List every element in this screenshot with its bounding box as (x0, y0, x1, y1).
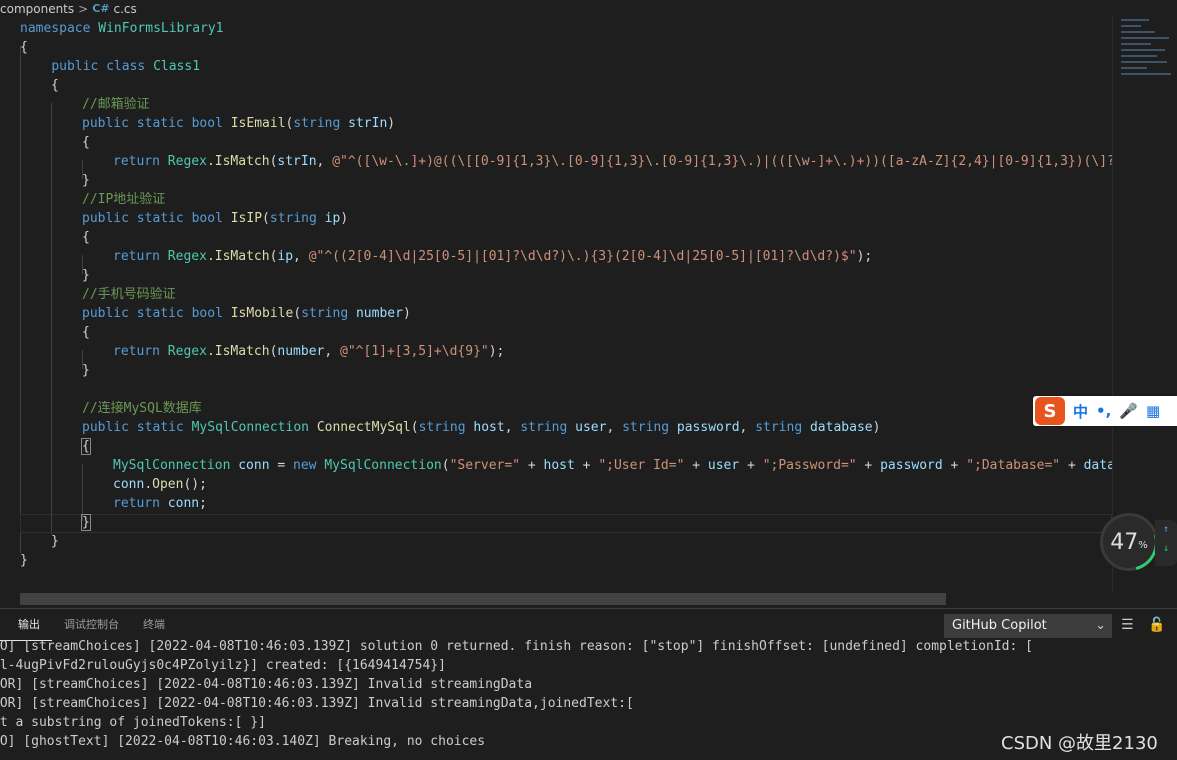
code-line: { (51, 78, 59, 93)
minimap-line (1121, 37, 1169, 39)
chevron-down-icon: ⌄ (1095, 618, 1106, 633)
code-line: { (82, 230, 90, 245)
code-comment: //IP地址验证 (82, 192, 166, 207)
lock-scroll-icon[interactable]: 🔓 (1148, 617, 1165, 633)
code-line: { (20, 40, 28, 55)
code-editor[interactable]: namespace WinFormsLibrary1 { public clas… (0, 17, 1112, 592)
code-line: { (82, 135, 90, 150)
breadcrumb-folder[interactable]: components (0, 2, 74, 16)
code-comment: //连接MySQL数据库 (82, 401, 202, 416)
output-channel-value: GitHub Copilot (952, 618, 1047, 633)
code-line: return Regex.IsMatch(ip, @"^((2[0-4]\d|2… (113, 249, 873, 264)
log-line: pl-4ugPivFd2rulouGyjs0c4PZolyilz}] creat… (0, 658, 446, 673)
minimap-line (1121, 61, 1167, 63)
watermark: CSDN @故里2130 (1001, 733, 1158, 754)
minimap-line (1121, 67, 1147, 69)
code-comment: //邮箱验证 (82, 97, 150, 112)
code-line: namespace WinFormsLibrary1 (20, 21, 224, 36)
sogou-logo-icon[interactable]: S (1035, 397, 1065, 425)
code-line: conn.Open(); (113, 477, 207, 492)
minimap[interactable] (1112, 17, 1177, 592)
code-line: public static bool IsIP(string ip) (82, 211, 349, 226)
log-line: ROR] [streamChoices] [2022-04-08T10:46:0… (0, 696, 634, 711)
code-line: } (81, 513, 91, 532)
keyboard-icon[interactable]: ▦ (1146, 402, 1160, 420)
minimap-line (1121, 55, 1157, 57)
log-line: FO] [ghostText] [2022-04-08T10:46:03.140… (0, 734, 486, 749)
code-line: } (82, 268, 90, 283)
code-line: return Regex.IsMatch(strIn, @"^([\w-\.]+… (113, 154, 1112, 169)
log-line: ot a substring of joinedTokens:[ }] (0, 715, 266, 730)
csharp-file-icon: C# (92, 2, 110, 15)
upload-arrow-icon: ↑ (1162, 524, 1170, 535)
code-line: public static bool IsMobile(string numbe… (82, 306, 411, 321)
code-line: return Regex.IsMatch(number, @"^[1]+[3,5… (113, 344, 505, 359)
network-speed-indicator: ↑ ↓ (1155, 520, 1177, 566)
breadcrumb: components > C# c.cs (0, 0, 1112, 17)
code-line: public static bool IsEmail(string strIn) (82, 116, 396, 131)
minimap-line (1121, 25, 1141, 27)
minimap-line (1121, 31, 1155, 33)
clear-output-icon[interactable]: ☰ (1121, 617, 1134, 633)
log-line: FO] [streamChoices] [2022-04-08T10:46:03… (0, 639, 1033, 654)
code-line: public class Class1 (51, 59, 201, 74)
ime-toolbar[interactable]: S 中 •, 🎤 ▦ (1033, 396, 1177, 426)
ime-punctuation-toggle[interactable]: •, (1096, 402, 1111, 420)
minimap-line (1121, 73, 1171, 75)
breadcrumb-separator: > (78, 1, 89, 16)
code-line: return conn; (113, 496, 207, 511)
code-comment: //手机号码验证 (82, 287, 176, 302)
microphone-icon[interactable]: 🎤 (1119, 402, 1138, 420)
code-line: public static MySqlConnection ConnectMyS… (82, 420, 881, 435)
horizontal-scrollbar[interactable] (20, 593, 946, 605)
indent-guide (20, 46, 21, 553)
download-arrow-icon: ↓ (1162, 543, 1170, 554)
code-line: { (81, 437, 91, 456)
output-channel-select[interactable]: GitHub Copilot ⌄ (944, 614, 1112, 638)
ime-language-toggle[interactable]: 中 (1073, 401, 1088, 422)
matching-bracket: } (81, 514, 91, 531)
indent-guide (51, 103, 52, 534)
performance-monitor-widget[interactable]: 47 % (1089, 502, 1169, 582)
matching-bracket: { (81, 438, 91, 455)
log-line: ROR] [streamChoices] [2022-04-08T10:46:0… (0, 677, 533, 692)
code-line: } (20, 553, 28, 568)
minimap-line (1121, 19, 1149, 21)
minimap-line (1121, 49, 1165, 51)
code-line: { (82, 325, 90, 340)
code-line: } (82, 173, 90, 188)
current-line-highlight (20, 514, 1112, 533)
breadcrumb-file[interactable]: c.cs (114, 2, 137, 16)
minimap-line (1121, 43, 1151, 45)
code-line: } (51, 534, 59, 549)
code-line: MySqlConnection conn = new MySqlConnecti… (113, 458, 1112, 473)
code-line: } (82, 363, 90, 378)
